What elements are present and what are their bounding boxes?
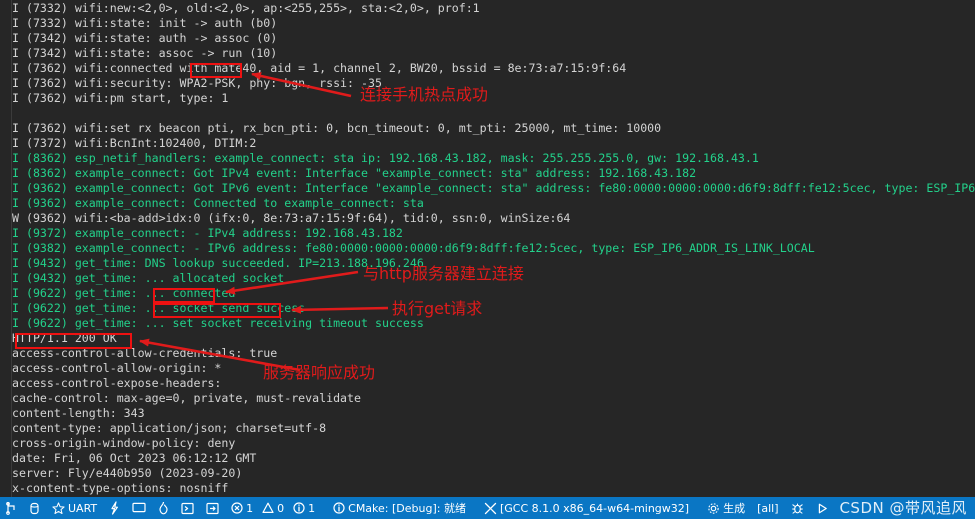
log-line: date: Fri, 06 Oct 2023 06:12:12 GMT (12, 451, 257, 465)
terminal-gutter (0, 0, 12, 497)
log-line: W (9362) wifi:<ba-add>idx:0 (ifx:0, 8e:7… (12, 211, 571, 225)
log-line: access-control-allow-origin: * (12, 361, 222, 375)
log-line: cross-origin-window-policy: deny (12, 436, 236, 450)
status-build[interactable]: 生成 (701, 497, 751, 519)
arrow-right-box-icon (206, 502, 219, 514)
log-line: I (9622) get_time: ... connected (12, 286, 236, 300)
status-open-panel[interactable] (200, 497, 225, 519)
error-count: 1 (246, 501, 254, 515)
status-run[interactable] (810, 497, 835, 519)
status-uart-label: UART (68, 501, 98, 515)
status-cmake[interactable]: CMake: [Debug]: 就绪 (327, 497, 472, 519)
annotation-text: 执行get请求 (392, 299, 483, 318)
branch-icon (6, 501, 15, 515)
error-icon (231, 502, 243, 514)
play-icon (818, 503, 827, 513)
status-terminal[interactable] (175, 497, 200, 519)
status-bar[interactable]: UART 1 0 1 CMake: [Debug]: 就绪 [GCC 8.1.0… (0, 497, 975, 519)
status-debug[interactable] (785, 497, 810, 519)
log-line: I (7362) wifi:security: WPA2-PSK, phy: b… (12, 76, 382, 90)
annotation-text: 连接手机热点成功 (360, 85, 489, 104)
bug-icon (791, 503, 803, 514)
log-line: I (7372) wifi:BcnInt:102400, DTIM:2 (12, 136, 257, 150)
annotation-text: 服务器响应成功 (263, 363, 376, 382)
build-label: 生成 (723, 502, 746, 515)
log-line: I (7362) wifi:connected with mate40, aid… (12, 61, 627, 75)
cmake-label: CMake: [Debug]: 就绪 (348, 502, 466, 515)
status-database[interactable] (23, 497, 46, 519)
status-problems[interactable]: 1 0 1 (225, 497, 321, 519)
terminal-icon (181, 502, 194, 514)
star-icon (52, 501, 65, 514)
status-monitor[interactable] (126, 497, 152, 519)
log-line: cache-control: max-age=0, private, must-… (12, 391, 362, 405)
toolchain-label: [GCC 8.1.0 x86_64-w64-mingw32] (499, 501, 690, 515)
log-line: access-control-allow-credentials: true (12, 346, 278, 360)
log-line: access-control-expose-headers: (12, 376, 222, 390)
log-line: I (9622) get_time: ... socket send succe… (12, 301, 306, 315)
status-uart[interactable]: UART (46, 497, 103, 519)
monitor-icon (132, 502, 146, 513)
annotation-text: 与http服务器建立连接 (363, 264, 524, 283)
lightning-icon (111, 501, 119, 515)
terminal-log: I (7332) wifi:new:<2,0>, old:<2,0>, ap:<… (12, 0, 975, 496)
log-line: I (7362) wifi:pm start, type: 1 (12, 91, 229, 105)
log-line: I (7332) wifi:new:<2,0>, old:<2,0>, ap:<… (12, 1, 480, 15)
vscode-window: I (7332) wifi:new:<2,0>, old:<2,0>, ap:<… (0, 0, 975, 519)
log-line: I (7342) wifi:state: auth -> assoc (0) (12, 31, 278, 45)
database-icon (30, 502, 39, 514)
info-icon (293, 502, 305, 514)
log-line: content-length: 343 (12, 406, 145, 420)
log-line: I (7332) wifi:state: init -> auth (b0) (12, 16, 278, 30)
log-line: I (8362) example_connect: Got IPv4 event… (12, 166, 697, 180)
target-label: [all] (757, 501, 779, 515)
log-line: x-content-type-options: nosniff (12, 481, 229, 495)
info-count: 1 (308, 501, 316, 515)
status-toolchain[interactable]: [GCC 8.1.0 x86_64-w64-mingw32] (478, 497, 695, 519)
gear-icon (708, 502, 719, 514)
status-branch[interactable] (0, 497, 23, 519)
status-target[interactable]: [all] (751, 497, 784, 519)
status-flame[interactable] (152, 497, 175, 519)
info-circle-icon (333, 502, 345, 514)
log-line: I (7362) wifi:set rx beacon pti, rx_bcn_… (12, 121, 662, 135)
log-line: I (7342) wifi:state: assoc -> run (10) (12, 46, 278, 60)
log-line: I (9362) example_connect: Got IPv6 event… (12, 181, 975, 195)
log-line: content-type: application/json; charset=… (12, 421, 327, 435)
log-line: I (9372) example_connect: - IPv4 address… (12, 226, 403, 240)
log-line: I (9362) example_connect: Connected to e… (12, 196, 424, 210)
warning-count: 0 (277, 501, 285, 515)
log-line: server: Fly/e440b950 (2023-09-20) (12, 466, 243, 480)
warning-icon (262, 502, 274, 513)
log-line: I (9382) example_connect: - IPv6 address… (12, 241, 815, 255)
flame-icon (159, 501, 168, 515)
log-line: I (8362) esp_netif_handlers: example_con… (12, 151, 759, 165)
tools-icon (484, 502, 497, 514)
terminal-panel[interactable]: I (7332) wifi:new:<2,0>, old:<2,0>, ap:<… (0, 0, 975, 497)
status-flash[interactable] (103, 497, 126, 519)
log-line: I (9622) get_time: ... set socket receiv… (12, 316, 424, 330)
log-line: HTTP/1.1 200 OK (12, 331, 117, 345)
